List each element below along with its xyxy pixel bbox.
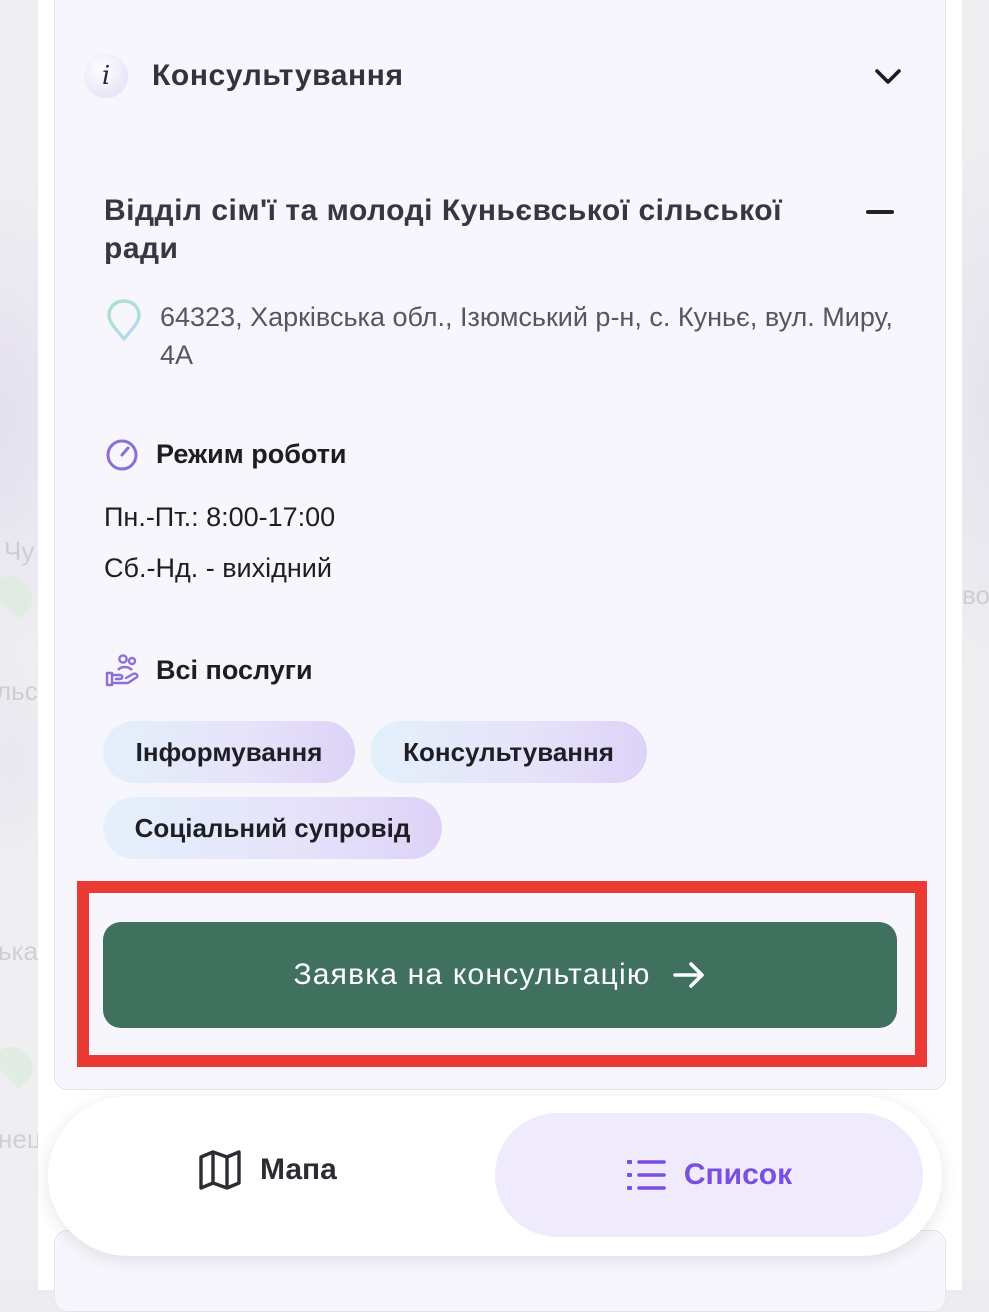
service-chip[interactable]: Консультування xyxy=(370,721,647,783)
list-icon xyxy=(626,1160,666,1190)
consultation-request-button[interactable]: Заявка на консультацію xyxy=(103,922,897,1028)
address-row: 64323, Харківська обл., Ізюмський р-н, с… xyxy=(106,298,896,374)
list-tab[interactable]: Список xyxy=(495,1113,923,1237)
schedule-heading: Режим роботи xyxy=(104,436,347,472)
map-marker-icon xyxy=(0,1039,40,1089)
map-place-label: Чу xyxy=(4,536,35,566)
map-icon xyxy=(199,1150,241,1190)
address-text: 64323, Харківська обл., Ізюмський р-н, с… xyxy=(160,302,893,370)
service-accordion-header[interactable]: i Консультування xyxy=(84,52,904,100)
list-tab-label: Список xyxy=(683,1158,793,1191)
info-icon: i xyxy=(84,54,128,98)
organization-title: Відділ сім'ї та молоді Куньєвської сільс… xyxy=(104,194,783,265)
bottom-navigation: Мапа Список xyxy=(48,1096,942,1256)
service-chip[interactable]: Інформування xyxy=(103,721,355,783)
map-tab[interactable]: Мапа xyxy=(198,1148,337,1192)
map-tab-label: Мапа xyxy=(260,1153,337,1186)
schedule-weekend: Сб.-Нд. - вихідний xyxy=(104,553,332,583)
service-hand-icon xyxy=(105,654,139,687)
map-place-label: во xyxy=(962,580,989,610)
chevron-down-icon[interactable] xyxy=(872,60,904,92)
accordion-title: Консультування xyxy=(152,59,404,92)
arrow-right-icon xyxy=(672,962,704,988)
map-place-label: ька xyxy=(0,936,38,966)
services-heading: Всі послуги xyxy=(104,652,313,688)
schedule-weekdays: Пн.-Пт.: 8:00-17:00 xyxy=(104,502,336,532)
consultation-request-label: Заявка на консультацію xyxy=(293,958,651,991)
collapse-button[interactable] xyxy=(862,194,898,230)
map-marker-icon xyxy=(0,569,40,619)
minus-icon xyxy=(866,210,894,214)
schedule-heading-label: Режим роботи xyxy=(156,438,347,469)
clock-icon xyxy=(106,439,138,471)
location-pin-icon xyxy=(107,299,141,341)
map-place-label: нец xyxy=(0,1124,42,1154)
service-chip[interactable]: Соціальний супровід xyxy=(103,797,442,859)
services-heading-label: Всі послуги xyxy=(156,654,313,685)
